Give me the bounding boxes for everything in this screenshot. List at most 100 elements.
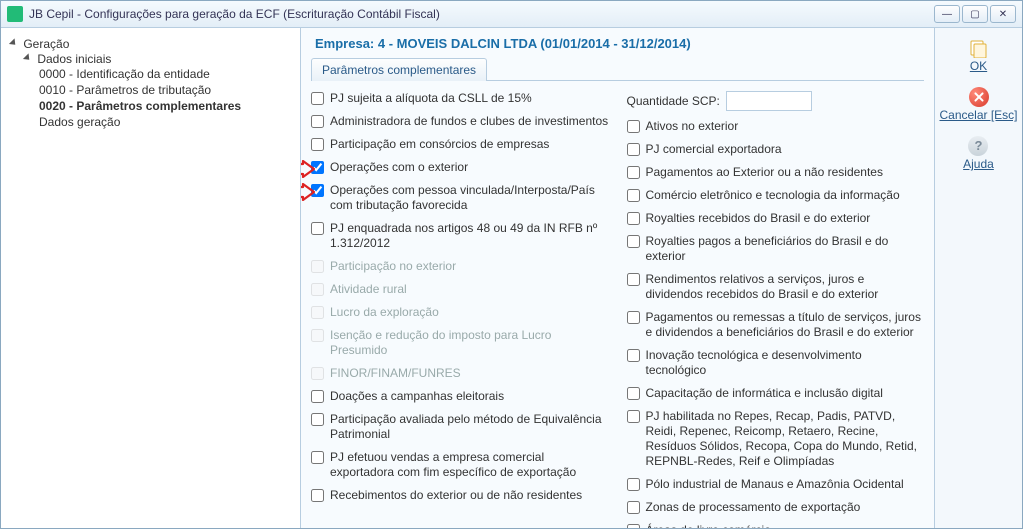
checkbox-row: Rendimentos relativos a serviços, juros … xyxy=(627,272,925,302)
checkbox-label: Isenção e redução do imposto para Lucro … xyxy=(330,328,609,358)
checkbox-label: PJ efetuou vendas a empresa comercial ex… xyxy=(330,450,609,480)
tree-item[interactable]: 0020 - Parâmetros complementares xyxy=(39,98,294,114)
ok-icon xyxy=(969,38,989,58)
checkbox-label: Participação no exterior xyxy=(330,259,456,274)
checkbox-label: Pagamentos ao Exterior ou a não resident… xyxy=(646,165,883,180)
scp-input[interactable] xyxy=(726,91,812,111)
checkbox-label: Pagamentos ou remessas a título de servi… xyxy=(646,310,925,340)
checkbox-label: Doações a campanhas eleitorais xyxy=(330,389,504,404)
checkbox-input[interactable] xyxy=(627,120,640,133)
checkbox-input[interactable] xyxy=(627,478,640,491)
close-button[interactable]: ✕ xyxy=(990,5,1016,23)
company-header: Empresa: 4 - MOVEIS DALCIN LTDA (01/01/2… xyxy=(311,34,924,57)
checkbox-input[interactable] xyxy=(627,349,640,362)
checkbox-input[interactable] xyxy=(311,138,324,151)
tree-group-label: Dados iniciais xyxy=(37,52,111,66)
checkbox-input[interactable] xyxy=(627,273,640,286)
tree-item[interactable]: 0000 - Identificação da entidade xyxy=(39,66,294,82)
cancel-button[interactable]: Cancelar [Esc] xyxy=(939,87,1017,122)
checkbox-input[interactable] xyxy=(627,501,640,514)
checkbox-row: Participação em consórcios de empresas xyxy=(311,137,609,152)
checkbox-row: Administradora de fundos e clubes de inv… xyxy=(311,114,609,129)
checkbox-input xyxy=(311,329,324,342)
checkbox-input[interactable] xyxy=(311,222,324,235)
checkbox-row: Royalties pagos a beneficiários do Brasi… xyxy=(627,234,925,264)
checkbox-label: Participação avaliada pelo método de Equ… xyxy=(330,412,609,442)
checkbox-input xyxy=(311,283,324,296)
checkbox-row: Inovação tecnológica e desenvolvimento t… xyxy=(627,348,925,378)
checkbox-row: Doações a campanhas eleitorais xyxy=(311,389,609,404)
checkbox-input xyxy=(311,367,324,380)
checkbox-row: Ativos no exterior xyxy=(627,119,925,134)
help-icon: ? xyxy=(968,136,988,156)
minimize-button[interactable]: — xyxy=(934,5,960,23)
checkbox-input[interactable] xyxy=(627,189,640,202)
checkbox-input[interactable] xyxy=(627,212,640,225)
tree-item[interactable]: 0010 - Parâmetros de tributação xyxy=(39,82,294,98)
window-title: JB Cepil - Configurações para geração da… xyxy=(29,7,440,21)
checkbox-input[interactable] xyxy=(311,115,324,128)
tree-item-label: 0010 - Parâmetros de tributação xyxy=(39,83,211,97)
checkbox-row: Pólo industrial de Manaus e Amazônia Oci… xyxy=(627,477,925,492)
tree-item-label: 0000 - Identificação da entidade xyxy=(39,67,210,81)
tree-group[interactable]: Dados iniciais 0000 - Identificação da e… xyxy=(25,51,294,131)
checkbox-label: Operações com o exterior xyxy=(330,160,468,175)
checkbox-input xyxy=(311,306,324,319)
checkbox-input[interactable] xyxy=(627,387,640,400)
checkbox-label: Pólo industrial de Manaus e Amazônia Oci… xyxy=(646,477,904,492)
checkbox-label: Recebimentos do exterior ou de não resid… xyxy=(330,488,582,503)
checkbox-row: Comércio eletrônico e tecnologia da info… xyxy=(627,188,925,203)
checkbox-row: Capacitação de informática e inclusão di… xyxy=(627,386,925,401)
checkbox-label: Administradora de fundos e clubes de inv… xyxy=(330,114,608,129)
caret-icon xyxy=(9,38,18,47)
maximize-button[interactable]: ▢ xyxy=(962,5,988,23)
tree-root-label: Geração xyxy=(23,37,69,51)
tree-item-label: 0020 - Parâmetros complementares xyxy=(39,99,241,113)
cancel-label: Cancelar [Esc] xyxy=(939,108,1017,122)
checkbox-row: FINOR/FINAM/FUNRES xyxy=(311,366,609,381)
scp-quantity-row: Quantidade SCP: xyxy=(627,91,925,111)
action-panel: OK Cancelar [Esc] ? Ajuda xyxy=(934,28,1022,528)
checkbox-row: PJ comercial exportadora xyxy=(627,142,925,157)
tabstrip: Parâmetros complementares xyxy=(311,57,924,81)
app-window: JB Cepil - Configurações para geração da… xyxy=(0,0,1023,529)
help-button[interactable]: ? Ajuda xyxy=(963,136,994,171)
left-column: PJ sujeita a alíquota da CSLL de 15% Admi… xyxy=(311,91,609,528)
checkbox-label: Atividade rural xyxy=(330,282,407,297)
app-icon xyxy=(7,6,23,22)
checkbox-label: Áreas de livre comércio xyxy=(646,523,771,528)
checkbox-row: Isenção e redução do imposto para Lucro … xyxy=(311,328,609,358)
checkbox-row: Participação no exterior xyxy=(311,259,609,274)
checkbox-row: PJ efetuou vendas a empresa comercial ex… xyxy=(311,450,609,480)
checkbox-row: Operações com o exterior xyxy=(311,160,609,175)
checkbox-input[interactable] xyxy=(627,166,640,179)
ok-button[interactable]: OK xyxy=(969,38,989,73)
tab-parametros-complementares[interactable]: Parâmetros complementares xyxy=(311,58,487,81)
checkbox-input[interactable] xyxy=(627,311,640,324)
tree-item[interactable]: Dados geração xyxy=(39,114,294,130)
checkbox-row: PJ sujeita a alíquota da CSLL de 15% xyxy=(311,91,609,106)
checkbox-input[interactable] xyxy=(311,489,324,502)
help-label: Ajuda xyxy=(963,157,994,171)
checkbox-label: Operações com pessoa vinculada/Interpost… xyxy=(330,183,609,213)
checkbox-label: FINOR/FINAM/FUNRES xyxy=(330,366,461,381)
checkbox-row: PJ habilitada no Repes, Recap, Padis, PA… xyxy=(627,409,925,469)
highlight-arrow-icon xyxy=(301,160,315,178)
tree-item-label: Dados geração xyxy=(39,115,120,129)
checkbox-input[interactable] xyxy=(311,413,324,426)
checkbox-row: Operações com pessoa vinculada/Interpost… xyxy=(311,183,609,213)
checkbox-input[interactable] xyxy=(627,235,640,248)
titlebar: JB Cepil - Configurações para geração da… xyxy=(1,1,1022,28)
nav-tree[interactable]: Geração Dados iniciais 0000 - Identifica… xyxy=(1,28,301,528)
checkbox-input[interactable] xyxy=(627,143,640,156)
tree-root[interactable]: Geração Dados iniciais 0000 - Identifica… xyxy=(11,36,294,132)
checkbox-input[interactable] xyxy=(627,524,640,528)
checkbox-input[interactable] xyxy=(627,410,640,423)
cancel-icon xyxy=(969,87,989,107)
checkbox-row: Recebimentos do exterior ou de não resid… xyxy=(311,488,609,503)
main-panel: Empresa: 4 - MOVEIS DALCIN LTDA (01/01/2… xyxy=(301,28,934,528)
checkbox-row: Participação avaliada pelo método de Equ… xyxy=(311,412,609,442)
checkbox-input[interactable] xyxy=(311,451,324,464)
checkbox-input[interactable] xyxy=(311,390,324,403)
checkbox-input[interactable] xyxy=(311,92,324,105)
